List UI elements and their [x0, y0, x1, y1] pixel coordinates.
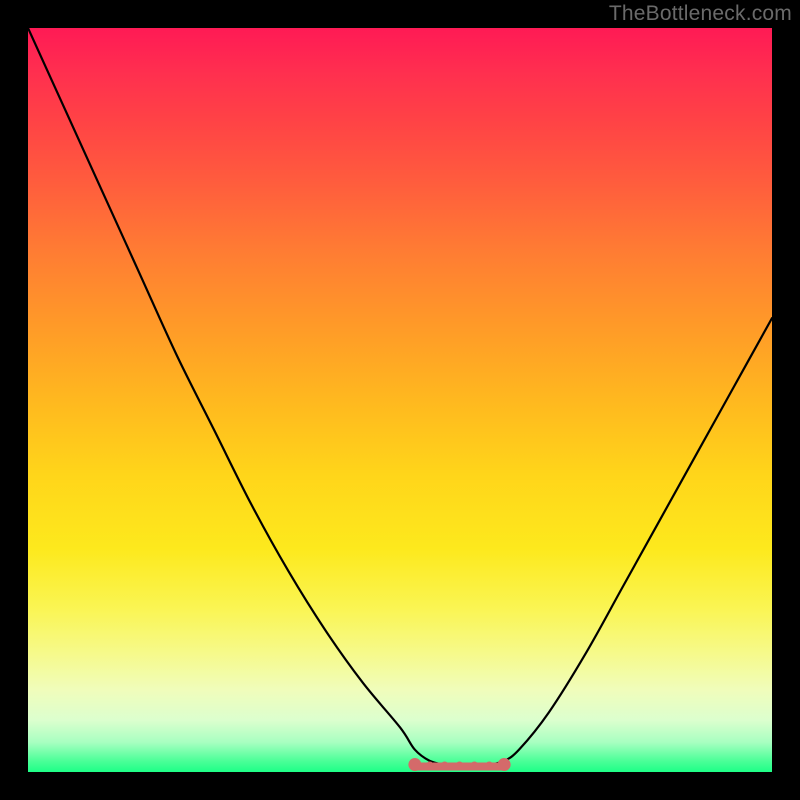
- trough-markers: [28, 28, 772, 772]
- chart-frame: TheBottleneck.com: [0, 0, 800, 800]
- plot-area: [28, 28, 772, 772]
- watermark-text: TheBottleneck.com: [609, 2, 792, 26]
